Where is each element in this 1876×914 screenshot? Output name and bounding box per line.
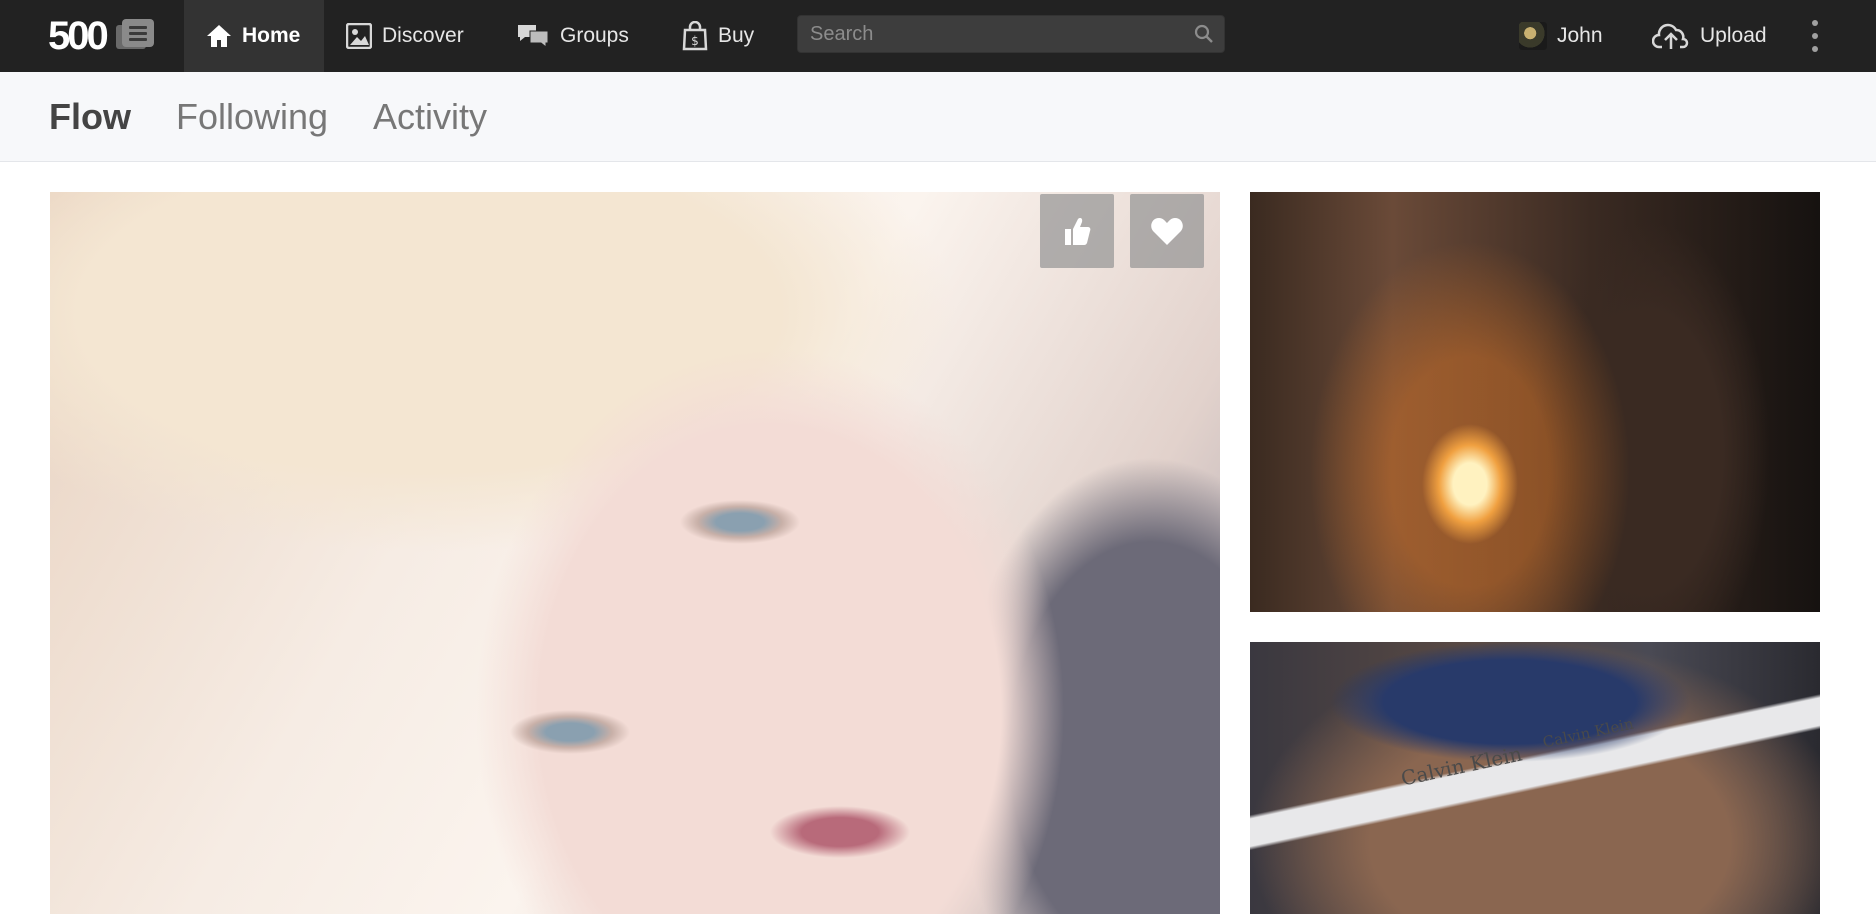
tab-following[interactable]: Following bbox=[176, 96, 328, 138]
nav-home[interactable]: Home bbox=[184, 0, 324, 72]
user-name: John bbox=[1557, 24, 1603, 47]
photo-tile[interactable] bbox=[1250, 192, 1820, 612]
user-menu[interactable]: John bbox=[1519, 0, 1603, 72]
featured-photo[interactable] bbox=[50, 192, 1220, 914]
shopping-bag-icon: $ bbox=[682, 21, 708, 51]
picture-icon bbox=[346, 23, 372, 49]
search-icon[interactable] bbox=[1194, 24, 1214, 44]
nav-discover[interactable]: Discover bbox=[346, 0, 464, 72]
top-navbar: 500 Home Discover Groups $ Buy John Uplo… bbox=[0, 0, 1876, 72]
more-options-icon[interactable] bbox=[1806, 18, 1824, 54]
cloud-upload-icon bbox=[1652, 23, 1689, 49]
logo-text: 500 bbox=[48, 14, 109, 58]
nav-groups[interactable]: Groups bbox=[516, 0, 629, 72]
house-icon bbox=[207, 25, 231, 47]
search-box bbox=[797, 15, 1225, 53]
stacked-menu-icon[interactable] bbox=[115, 19, 154, 53]
nav-groups-label: Groups bbox=[560, 24, 629, 47]
chat-bubbles-icon bbox=[518, 25, 549, 49]
avatar bbox=[1519, 22, 1547, 50]
site-logo[interactable]: 500 bbox=[48, 14, 170, 58]
nav-discover-label: Discover bbox=[382, 24, 464, 47]
nav-home-label: Home bbox=[242, 24, 301, 47]
nav-buy-label: Buy bbox=[718, 24, 755, 47]
photo-band-text: Calvin Klein bbox=[1541, 714, 1636, 752]
favorite-button[interactable] bbox=[1130, 194, 1204, 268]
upload-label: Upload bbox=[1700, 24, 1767, 47]
photo-band-text: Calvin Klein bbox=[1398, 741, 1525, 791]
tab-activity[interactable]: Activity bbox=[373, 96, 487, 138]
nav-buy[interactable]: $ Buy bbox=[682, 0, 754, 72]
upload-button[interactable]: Upload bbox=[1652, 0, 1767, 72]
photo-tile[interactable]: Calvin Klein Calvin Klein bbox=[1250, 642, 1820, 914]
tab-flow[interactable]: Flow bbox=[49, 96, 131, 138]
thumbs-up-icon bbox=[1065, 218, 1091, 245]
feed-tabs: Flow Following Activity bbox=[0, 72, 1876, 162]
like-button[interactable] bbox=[1040, 194, 1114, 268]
heart-icon bbox=[1151, 218, 1183, 245]
svg-text:$: $ bbox=[691, 34, 699, 48]
search-input[interactable] bbox=[798, 16, 1168, 52]
